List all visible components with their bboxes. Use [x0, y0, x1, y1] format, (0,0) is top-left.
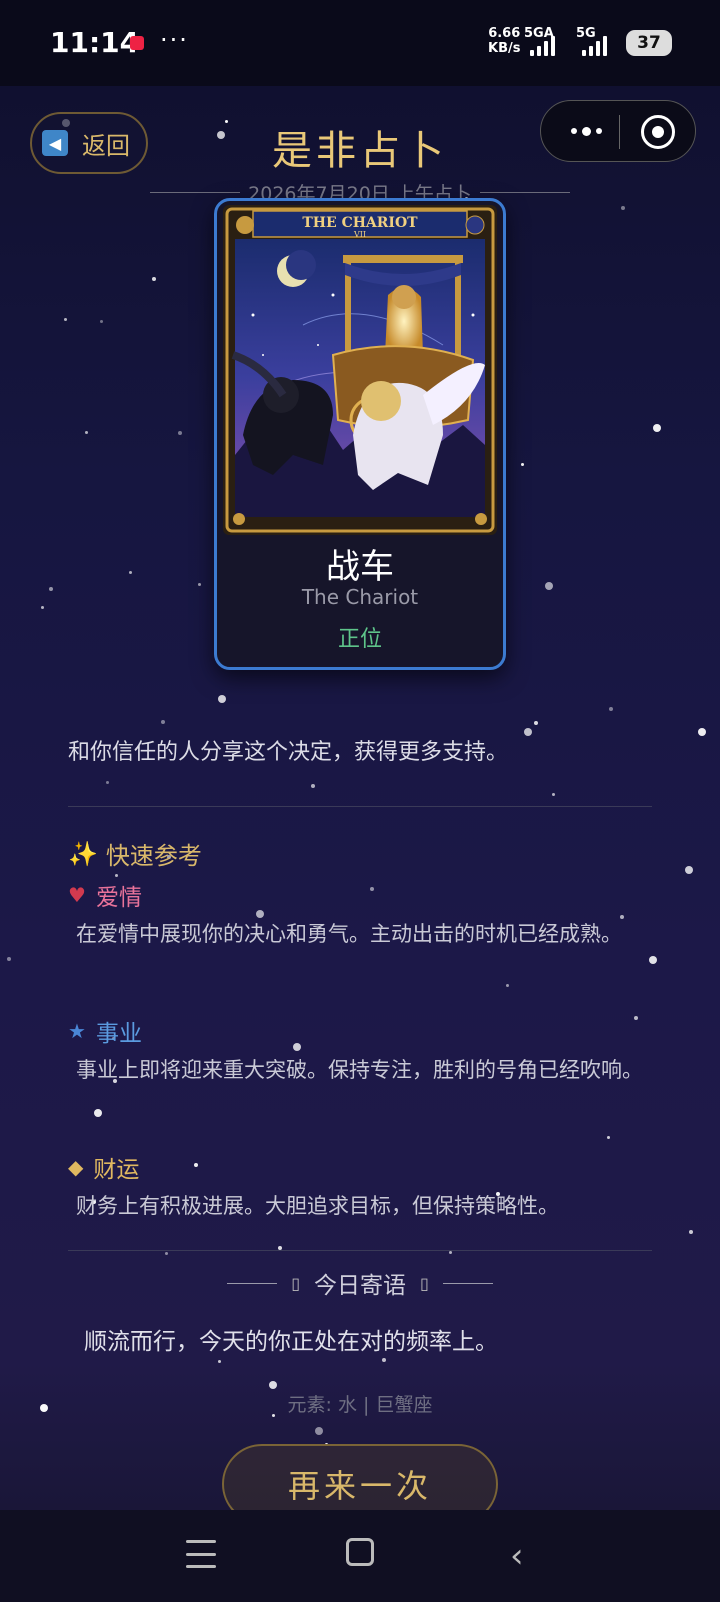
diamond-icon: ◆: [68, 1155, 84, 1179]
signal-icon-2: [582, 34, 607, 56]
notification-app-icon: [130, 36, 144, 50]
category-love-label: 爱情: [95, 885, 142, 911]
star-dot: [269, 1381, 277, 1389]
status-more-icon: ···: [160, 26, 189, 54]
category-love: ♥ 爱情: [68, 878, 142, 912]
star-dot: [85, 431, 88, 434]
star-dot: [552, 793, 555, 796]
star-dot: [152, 277, 156, 281]
star-dot: [198, 583, 201, 586]
star-dot: [7, 957, 11, 961]
category-career-label: 事业: [95, 1021, 142, 1047]
star-dot: [621, 206, 625, 210]
section-divider: [68, 1250, 652, 1251]
star-dot: [649, 956, 657, 964]
category-love-text: 在爱情中展现你的决心和勇气。主动出击的时机已经成熟。: [76, 922, 622, 946]
star-dot: [178, 431, 182, 435]
star-icon: ★: [68, 1019, 86, 1043]
divider-line: [227, 1282, 278, 1284]
category-career-text: 事业上即将迎来重大突破。保持专注，胜利的号角已经吹响。: [76, 1058, 643, 1082]
card-name: 战车: [326, 547, 394, 587]
more-options-icon[interactable]: [559, 115, 613, 147]
star-dot: [218, 695, 226, 703]
recent-apps-icon[interactable]: [186, 1540, 216, 1568]
home-icon[interactable]: [346, 1538, 374, 1566]
status-bar: 11:14 ··· 6.66 KB/s 5GA 5G 37: [0, 0, 720, 86]
system-nav-bar: ‹: [0, 1510, 720, 1602]
quick-reference-heading: ✨ 快速参考: [68, 836, 202, 871]
star-dot: [689, 1230, 693, 1234]
section-divider: [68, 806, 652, 807]
back-nav-icon[interactable]: ‹: [510, 1536, 524, 1576]
star-dot: [218, 1360, 221, 1363]
star-dot: [634, 1016, 638, 1020]
daily-message-text: 顺流而行，今天的你正处在对的频率上。: [84, 1329, 498, 1355]
quick-reference-title: 快速参考: [105, 842, 202, 870]
star-dot: [100, 320, 103, 323]
star-dot: [545, 582, 553, 590]
star-dot: [293, 1043, 301, 1051]
close-miniprogram-icon[interactable]: [641, 115, 675, 149]
card-art-number: VII: [353, 230, 366, 239]
star-dot: [382, 1358, 386, 1362]
star-dot: [194, 1163, 198, 1167]
decor-left-icon: ▯: [291, 1273, 300, 1293]
star-dot: [698, 728, 706, 736]
daily-message-heading: ▯ 今日寄语 ▯: [0, 1266, 720, 1300]
divider-line: [479, 191, 570, 193]
heart-icon: ♥: [68, 883, 86, 907]
status-time: 11:14: [50, 26, 140, 59]
star-dot: [685, 866, 693, 874]
star-dot: [165, 1252, 168, 1255]
star-dot: [449, 1251, 452, 1254]
star-dot: [115, 874, 118, 877]
star-dot: [129, 571, 132, 574]
star-dot: [609, 707, 613, 711]
card-position: 正位: [337, 627, 382, 652]
star-dot: [653, 424, 661, 432]
sparkles-icon: ✨: [68, 839, 98, 868]
divider-line: [442, 1282, 493, 1284]
star-dot: [106, 781, 109, 784]
star-dot: [315, 1427, 323, 1435]
network-speed: 6.66 KB/s: [488, 26, 521, 56]
category-wealth-text: 财务上有积极进展。大胆追求目标，但保持策略性。: [76, 1194, 559, 1218]
star-dot: [41, 606, 44, 609]
star-dot: [521, 463, 524, 466]
star-dot: [607, 1136, 610, 1139]
card-illustration: THE CHARIOT VII: [223, 205, 497, 535]
category-wealth-label: 财运: [93, 1157, 140, 1183]
advice-text: 和你信任的人分享这个决定，获得更多支持。: [68, 740, 509, 765]
star-dot: [94, 1109, 102, 1117]
star-dot: [370, 887, 374, 891]
category-career: ★ 事业: [68, 1014, 142, 1048]
divider-line: [150, 191, 241, 193]
card-art-title: THE CHARIOT: [302, 215, 418, 231]
star-dot: [506, 984, 509, 987]
tarot-card[interactable]: THE CHARIOT VII 战车 The Chariot 正位: [214, 198, 506, 670]
star-dot: [49, 587, 53, 591]
card-english-name: The Chariot: [301, 585, 419, 609]
daily-message-title: 今日寄语: [314, 1273, 406, 1299]
star-dot: [64, 318, 67, 321]
capsule-divider: [619, 115, 620, 149]
decor-right-icon: ▯: [420, 1273, 429, 1293]
star-dot: [534, 721, 538, 725]
element-zodiac-meta: 元素: 水 | 巨蟹座: [287, 1394, 433, 1416]
star-dot: [161, 720, 165, 724]
miniprogram-capsule: [540, 100, 696, 162]
battery-icon: 37: [626, 30, 672, 56]
star-dot: [311, 784, 315, 788]
signal-icon-1: [530, 34, 555, 56]
category-wealth: ◆ 财运: [68, 1150, 139, 1184]
